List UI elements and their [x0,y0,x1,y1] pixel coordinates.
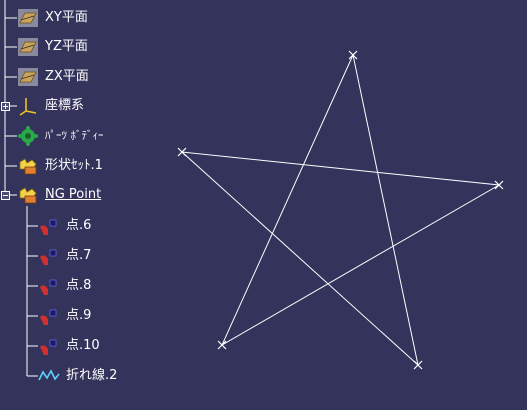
tree-item-label: YZ平面 [45,39,88,54]
tree-item-point-9[interactable]: 点.9 [38,305,91,327]
point-icon [38,215,60,237]
tree-item-yz-plane[interactable]: YZ平面 [17,36,88,58]
geometrical-set-icon [17,155,39,177]
tree-item-polyline-2[interactable]: 折れ線.2 [38,365,117,387]
tree-item-label: 点.7 [66,248,92,263]
point-icon [38,275,60,297]
tree-item-point-6[interactable]: 点.6 [38,215,91,237]
polyline-icon [38,365,60,387]
plane-icon [17,66,39,88]
tree-item-part-body[interactable]: ﾊﾟｰﾂ ﾎﾞﾃﾞｨｰ [17,125,104,147]
tree-item-label: 点.6 [66,218,92,233]
geometrical-set-icon [17,184,39,206]
tree-item-point-10[interactable]: 点.10 [38,335,100,357]
tree-item-point-8[interactable]: 点.8 [38,275,91,297]
point-icon [38,305,60,327]
plane-icon [17,36,39,58]
tree-item-geometrical-set-1[interactable]: 形状ｾｯﾄ.1 [17,155,103,177]
tree-item-zx-plane[interactable]: ZX平面 [17,66,89,88]
tree-item-ng-point[interactable]: NG Point [17,184,101,206]
part-body-icon [17,125,39,147]
tree-item-xy-plane[interactable]: XY平面 [17,7,88,29]
3d-viewport[interactable]: XY平面 YZ平面 ZX平面 座標系 ﾊﾟｰﾂ ﾎﾞﾃﾞｨｰ 形状ｾｯﾄ.1 N… [0,0,527,410]
expand-toggle-axis-system[interactable] [1,102,10,111]
tree-item-label: ﾊﾟｰﾂ ﾎﾞﾃﾞｨｰ [45,129,104,142]
tree-item-label: 点.8 [66,278,92,293]
tree-item-label: 形状ｾｯﾄ.1 [45,158,103,173]
point-icon [38,335,60,357]
tree-item-label: 点.9 [66,308,92,323]
tree-item-label: ZX平面 [45,69,89,84]
plane-icon [17,7,39,29]
tree-item-label: 座標系 [45,98,85,113]
axis-system-icon [17,95,39,117]
tree-item-point-7[interactable]: 点.7 [38,245,91,267]
collapse-toggle-ng-point[interactable] [1,191,10,200]
point-icon [38,245,60,267]
tree-item-label: 点.10 [66,338,100,353]
tree-item-label: NG Point [45,187,102,202]
tree-item-axis-system[interactable]: 座標系 [17,95,84,117]
tree-item-label: XY平面 [45,10,88,25]
tree-item-label: 折れ線.2 [66,368,118,383]
